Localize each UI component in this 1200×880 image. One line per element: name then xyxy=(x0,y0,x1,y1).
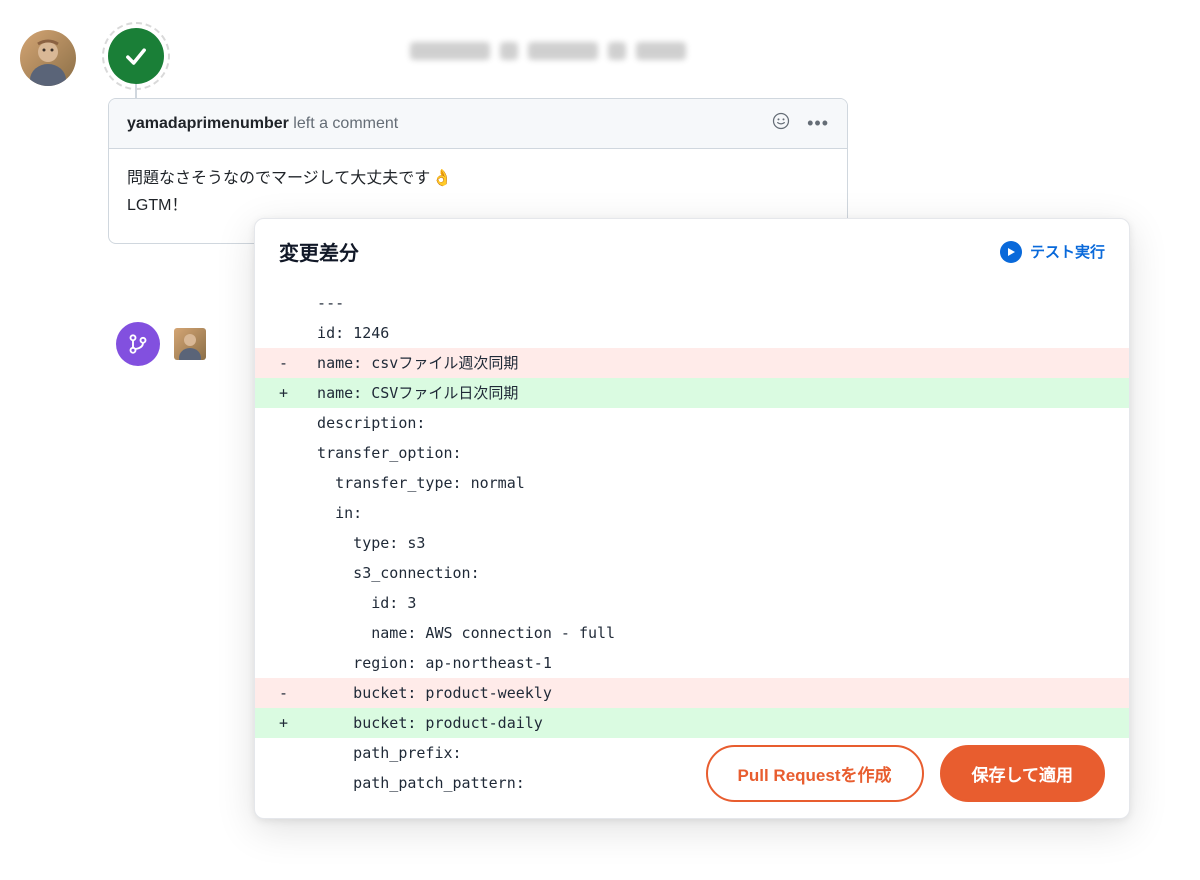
diff-panel: 変更差分 テスト実行 --- id: 1246- name: csvファイル週次… xyxy=(254,218,1130,819)
comment-line-2: LGTM！ xyxy=(127,192,829,219)
diff-sign xyxy=(279,318,299,348)
obscured-text xyxy=(410,42,700,70)
diff-line: --- xyxy=(255,288,1129,318)
diff-sign xyxy=(279,288,299,318)
diff-text: name: csvファイル週次同期 xyxy=(299,348,518,378)
commit-author-avatar[interactable] xyxy=(174,328,206,360)
comment-author-line: yamadaprimenumber left a comment xyxy=(127,115,398,133)
diff-line: - name: csvファイル週次同期 xyxy=(255,348,1129,378)
diff-sign xyxy=(279,408,299,438)
diff-text: description: xyxy=(299,408,425,438)
diff-line: id: 3 xyxy=(255,588,1129,618)
diff-text: path_prefix: xyxy=(299,738,462,768)
author-avatar[interactable] xyxy=(20,30,76,86)
diff-body: --- id: 1246- name: csvファイル週次同期+ name: C… xyxy=(255,280,1129,818)
diff-sign xyxy=(279,438,299,468)
diff-text: bucket: product-daily xyxy=(299,708,543,738)
diff-line: region: ap-northeast-1 xyxy=(255,648,1129,678)
diff-sign xyxy=(279,498,299,528)
diff-sign xyxy=(279,648,299,678)
diff-line: - bucket: product-weekly xyxy=(255,678,1129,708)
diff-sign: + xyxy=(279,378,299,408)
diff-sign xyxy=(279,528,299,558)
diff-line: in: xyxy=(255,498,1129,528)
diff-text: type: s3 xyxy=(299,528,425,558)
diff-sign xyxy=(279,618,299,648)
diff-sign xyxy=(279,588,299,618)
approved-icon xyxy=(108,28,164,84)
play-icon xyxy=(1000,241,1022,263)
diff-line: type: s3 xyxy=(255,528,1129,558)
diff-text: id: 1246 xyxy=(299,318,389,348)
diff-text: region: ap-northeast-1 xyxy=(299,648,552,678)
git-branch-icon xyxy=(116,322,160,366)
diff-sign xyxy=(279,468,299,498)
diff-line: name: AWS connection - full xyxy=(255,618,1129,648)
ok-hand-emoji: 👌 xyxy=(432,165,452,192)
diff-sign xyxy=(279,558,299,588)
diff-sign: + xyxy=(279,708,299,738)
diff-text: transfer_option: xyxy=(299,438,462,468)
diff-text: --- xyxy=(299,288,344,318)
diff-text: bucket: product-weekly xyxy=(299,678,552,708)
diff-sign xyxy=(279,768,299,798)
diff-text: transfer_type: normal xyxy=(299,468,525,498)
diff-line: transfer_option: xyxy=(255,438,1129,468)
create-pr-button[interactable]: Pull Requestを作成 xyxy=(706,745,924,802)
more-menu-icon[interactable]: ••• xyxy=(807,113,829,134)
diff-line: transfer_type: normal xyxy=(255,468,1129,498)
diff-text: path_patch_pattern: xyxy=(299,768,525,798)
comment-author[interactable]: yamadaprimenumber xyxy=(127,115,289,132)
diff-text: name: CSVファイル日次同期 xyxy=(299,378,518,408)
comment-action: left a comment xyxy=(293,115,398,132)
diff-line: id: 1246 xyxy=(255,318,1129,348)
diff-line: description: xyxy=(255,408,1129,438)
run-test-button[interactable]: テスト実行 xyxy=(1000,241,1105,263)
diff-text: in: xyxy=(299,498,362,528)
diff-text: id: 3 xyxy=(299,588,416,618)
comment-header: yamadaprimenumber left a comment ••• xyxy=(109,99,847,149)
diff-text: name: AWS connection - full xyxy=(299,618,615,648)
diff-sign: - xyxy=(279,348,299,378)
diff-sign: - xyxy=(279,678,299,708)
commit-event xyxy=(116,322,206,366)
comment-line-1: 問題なさそうなのでマージして大丈夫です xyxy=(127,170,430,187)
diff-text: s3_connection: xyxy=(299,558,480,588)
diff-line: + bucket: product-daily xyxy=(255,708,1129,738)
save-apply-button[interactable]: 保存して適用 xyxy=(940,745,1106,802)
diff-title: 変更差分 xyxy=(279,237,359,266)
diff-line: + name: CSVファイル日次同期 xyxy=(255,378,1129,408)
diff-line: s3_connection: xyxy=(255,558,1129,588)
run-test-label: テスト実行 xyxy=(1030,241,1105,262)
emoji-picker-icon[interactable] xyxy=(771,111,791,136)
diff-sign xyxy=(279,738,299,768)
